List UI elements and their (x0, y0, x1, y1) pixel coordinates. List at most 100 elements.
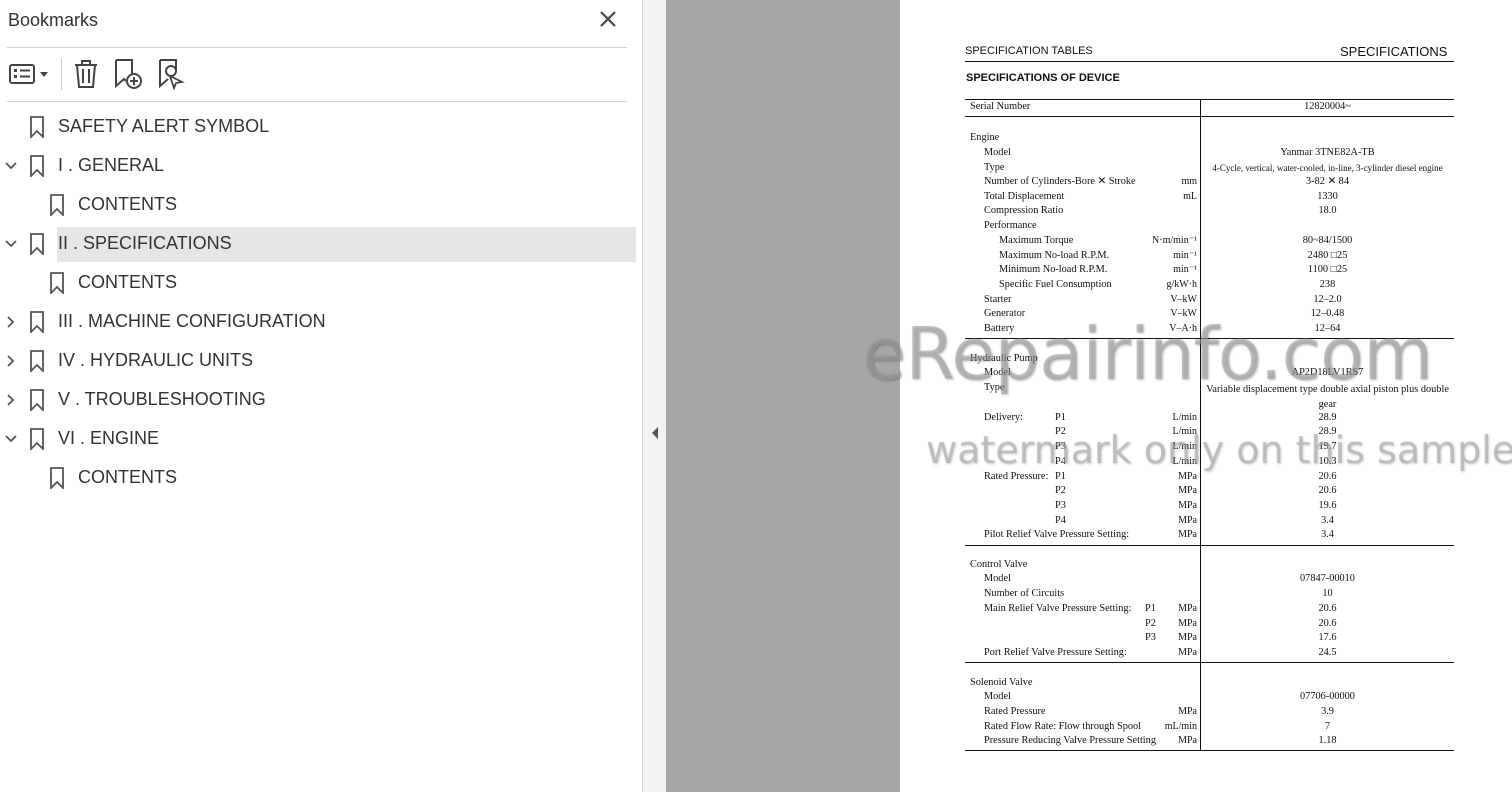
bookmark-item[interactable]: IV . HYDRAULIC UNITS (0, 344, 636, 379)
chevron-down-icon[interactable] (4, 159, 18, 173)
close-icon[interactable] (598, 8, 618, 30)
spec-sub-label: P2 (1145, 618, 1156, 629)
bookmark-icon (50, 272, 64, 294)
spec-sub-label: P1 (1145, 603, 1156, 614)
spec-label: Rated Pressure: (984, 471, 1049, 482)
bookmark-item[interactable]: V . TROUBLESHOOTING (0, 383, 636, 418)
spec-sub-label: P3 (1055, 500, 1066, 511)
chevron-down-icon[interactable] (4, 432, 18, 446)
spec-value: 1.18 (1318, 735, 1337, 746)
spec-value: 20.6 (1318, 618, 1337, 629)
spec-sub-label: P3 (1145, 632, 1156, 643)
bookmark-label: SAFETY ALERT SYMBOL (58, 116, 270, 136)
chevron-right-icon[interactable] (4, 354, 18, 368)
page-header-right: SPECIFICATIONS (1340, 44, 1448, 59)
bookmark-label: II . SPECIFICATIONS (58, 233, 232, 253)
spec-label: Pilot Relief Valve Pressure Setting: (984, 529, 1130, 540)
bookmark-item[interactable]: CONTENTS (0, 461, 636, 496)
section-title: SPECIFICATIONS OF DEVICE (966, 72, 1120, 84)
spec-label: Minimum No-load R.P.M. (999, 264, 1108, 275)
spec-unit: MPa (1178, 603, 1197, 614)
delete-bookmark-icon[interactable] (72, 58, 100, 90)
bookmark-label: CONTENTS (78, 467, 177, 487)
spec-sub-label: P1 (1055, 471, 1066, 482)
header-rule (965, 61, 1454, 62)
spec-value: 20.6 (1318, 471, 1337, 482)
spec-sub-label: P4 (1055, 515, 1066, 526)
bookmark-icon (30, 389, 44, 411)
spec-value: 07706-00000 (1300, 691, 1355, 702)
spec-unit: MPa (1178, 529, 1197, 540)
spec-value: 3.9 (1321, 706, 1334, 717)
table-rule (965, 99, 1454, 100)
spec-label: Maximum No-load R.P.M. (999, 250, 1110, 261)
bookmark-icon (30, 428, 44, 450)
bookmark-item[interactable]: I . GENERAL (0, 149, 636, 184)
table-rule (965, 116, 1454, 117)
options-menu-icon[interactable] (9, 58, 51, 90)
document-canvas-background (666, 0, 900, 792)
spec-unit: min⁻¹ (1173, 250, 1197, 261)
bookmark-icon (50, 467, 64, 489)
spec-value: 18.0 (1318, 205, 1337, 216)
spec-value: 12–2.0 (1313, 294, 1342, 305)
spec-value: 238 (1319, 279, 1336, 290)
spec-value: 20.6 (1318, 603, 1337, 614)
spec-label: Control Valve (970, 559, 1028, 570)
spec-value: 7 (1324, 721, 1331, 732)
table-rule (965, 545, 1454, 546)
divider (7, 47, 627, 48)
bookmark-item[interactable]: CONTENTS (0, 266, 636, 301)
spec-label: Specific Fuel Consumption (999, 279, 1112, 290)
spec-value: 3-82 ✕ 84 (1306, 176, 1349, 187)
spec-value: 10 (1322, 588, 1333, 599)
spec-label: Model (984, 691, 1011, 702)
spec-label: Compression Ratio (984, 205, 1064, 216)
spec-unit: MPa (1178, 735, 1197, 746)
collapse-panel-arrow-icon[interactable] (650, 426, 660, 440)
spec-unit: N·m/min⁻¹ (1152, 235, 1197, 246)
find-current-bookmark-icon[interactable] (156, 58, 186, 90)
spec-label: Type (984, 162, 1005, 173)
spec-unit: MPa (1178, 647, 1197, 658)
bookmark-item[interactable]: III . MACHINE CONFIGURATION (0, 305, 636, 340)
bookmark-item[interactable]: VI . ENGINE (0, 422, 636, 457)
spec-sub-label: P2 (1055, 485, 1066, 496)
add-bookmark-icon[interactable] (112, 58, 144, 90)
spec-unit: mm (1181, 176, 1197, 187)
spec-unit: mL/min (1164, 721, 1197, 732)
divider (7, 101, 627, 102)
spec-label: Performance (984, 220, 1037, 231)
chevron-down-icon[interactable] (4, 237, 18, 251)
spec-label: Serial Number (970, 101, 1031, 112)
spec-unit: MPa (1178, 515, 1197, 526)
spec-value: Yanmar 3TNE82A-TB (1280, 147, 1375, 158)
document-page: SPECIFICATION TABLES SPECIFICATIONS SPEC… (900, 0, 1512, 792)
spec-value: 24.5 (1318, 647, 1337, 658)
bookmark-item[interactable]: SAFETY ALERT SYMBOL (0, 110, 636, 145)
panel-splitter[interactable] (643, 0, 666, 792)
table-rule (965, 750, 1454, 751)
spec-label: Number of Circuits (984, 588, 1065, 599)
bookmark-label: CONTENTS (78, 194, 177, 214)
chevron-right-icon[interactable] (4, 393, 18, 407)
spec-sub-label: P1 (1055, 412, 1066, 423)
bookmark-icon (30, 233, 44, 255)
bookmark-icon (50, 194, 64, 216)
watermark: eRepairinfo.com (862, 312, 1433, 396)
spec-unit: MPa (1178, 618, 1197, 629)
spec-unit: MPa (1178, 471, 1197, 482)
spec-label: Solenoid Valve (970, 677, 1033, 688)
bookmark-item-selected[interactable]: II . SPECIFICATIONS (5, 227, 636, 262)
spec-value: 1100 □25 (1307, 264, 1348, 275)
bookmark-label: V . TROUBLESHOOTING (58, 389, 266, 409)
spec-value: 17.6 (1318, 632, 1337, 643)
chevron-right-icon[interactable] (4, 315, 18, 329)
table-rule (965, 662, 1454, 663)
bookmarks-panel: Bookmarks SAFETY ALERT SYMBOL I . GENERA… (0, 0, 643, 792)
spec-unit: V–kW (1170, 294, 1197, 305)
bookmark-item[interactable]: CONTENTS (0, 188, 636, 223)
bookmark-label: III . MACHINE CONFIGURATION (58, 311, 326, 331)
spec-value: 28.9 (1318, 412, 1337, 423)
spec-label: Delivery: (984, 412, 1023, 423)
